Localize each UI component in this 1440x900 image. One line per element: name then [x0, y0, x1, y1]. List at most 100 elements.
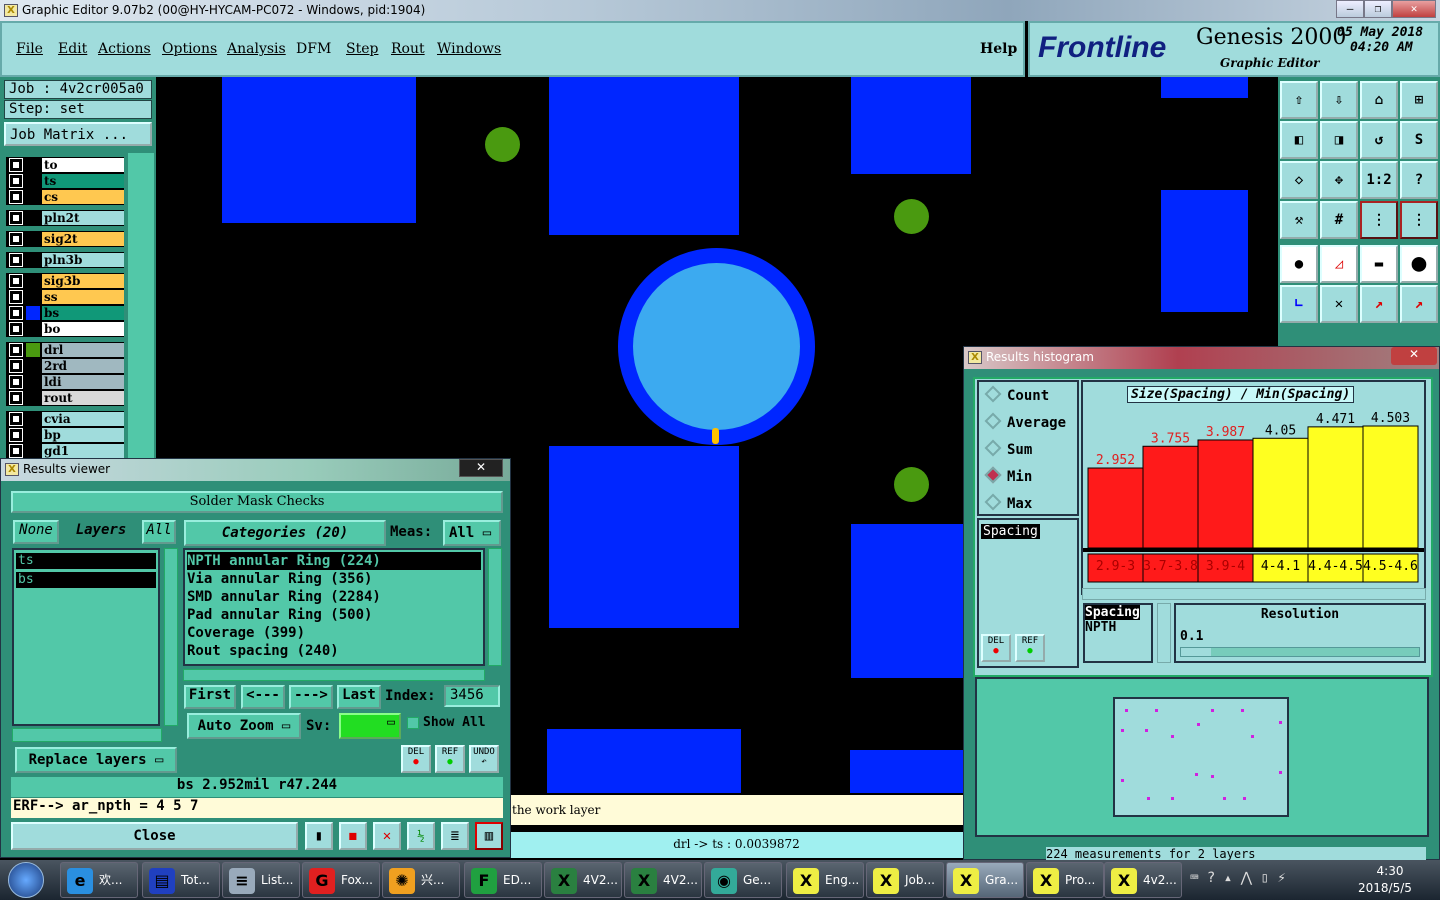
taskbar-item[interactable]: X 4V2... — [544, 862, 622, 898]
index-input[interactable]: 3456 — [444, 685, 500, 707]
layer-row-pln2t[interactable]: pln2t — [6, 210, 124, 226]
list-item[interactable]: Spacing — [981, 524, 1040, 539]
layer-name[interactable]: to — [42, 158, 124, 172]
radio-sum[interactable]: Sum — [984, 439, 1032, 458]
maximize-button[interactable]: ❐ — [1364, 0, 1392, 18]
clock-date[interactable]: 2018/5/5 — [1358, 881, 1412, 895]
next-button[interactable]: ---> — [289, 685, 333, 709]
layer-name[interactable]: pln2t — [42, 211, 124, 225]
layer-name[interactable]: bo — [42, 322, 124, 336]
job-matrix-button[interactable]: Job Matrix ... — [4, 122, 152, 146]
menu-dfm[interactable]: DFM — [296, 41, 331, 57]
ruler-icon[interactable]: ▬ — [1360, 245, 1398, 283]
list-item[interactable]: ts — [16, 553, 156, 569]
pan-right-icon[interactable]: ◨ — [1320, 121, 1358, 159]
menu-file[interactable]: File — [16, 41, 43, 57]
net2-icon[interactable]: ⋮ — [1400, 201, 1438, 239]
meas-dropdown[interactable]: All ▭ — [443, 520, 501, 546]
menu-analysis[interactable]: Analysis — [227, 41, 286, 57]
prev-button[interactable]: <--- — [241, 685, 285, 709]
layer-name[interactable]: ts — [42, 174, 124, 188]
list-item[interactable]: Pad annular Ring (500) — [187, 606, 481, 624]
sv-color-dropdown[interactable]: ▭ — [339, 713, 401, 739]
layer-checkbox[interactable] — [9, 359, 23, 373]
category-list[interactable]: NPTH annular Ring (224) Via annular Ring… — [183, 548, 485, 666]
zoom-center-icon[interactable]: ✥ — [1320, 161, 1358, 199]
layer-row-sig2t[interactable]: sig2t — [6, 231, 124, 247]
menu-actions[interactable]: Actions — [98, 41, 151, 57]
replace-layers-dropdown[interactable]: Replace layers ▭ — [15, 747, 177, 773]
layer-name[interactable]: pln3b — [42, 253, 124, 267]
list-item[interactable]: Spacing — [1085, 605, 1140, 620]
taskbar-item[interactable]: F ED... — [464, 862, 542, 898]
all-layers-button[interactable]: All — [142, 520, 176, 544]
layer-list-scrollbar[interactable] — [164, 548, 178, 726]
taskbar-item[interactable]: X Gra... — [946, 862, 1024, 898]
measure-icon[interactable]: ● — [1280, 245, 1318, 283]
radio-max[interactable]: Max — [984, 493, 1032, 512]
minimize-button[interactable]: – — [1336, 0, 1364, 18]
layer-row-cvia[interactable]: cvia — [6, 411, 124, 427]
list-item[interactable]: Coverage (399) — [187, 624, 481, 642]
connect-icon[interactable]: ∟ — [1280, 285, 1318, 323]
layer-checkbox[interactable] — [9, 158, 23, 172]
taskbar-item[interactable]: G Fox... — [302, 862, 380, 898]
layer-name[interactable]: gd1 — [42, 444, 124, 458]
list-item[interactable]: Rout spacing (240) — [187, 642, 481, 660]
pad-icon[interactable]: ⬤ — [1400, 245, 1438, 283]
taskbar-item[interactable]: e 欢... — [60, 862, 138, 898]
layer-row-drl[interactable]: drl — [6, 342, 124, 358]
close-icon[interactable]: ✕ — [459, 459, 503, 477]
menu-step[interactable]: Step — [346, 41, 378, 57]
sub-list-scrollbar[interactable] — [1157, 603, 1171, 663]
taskbar-item[interactable]: ✺ 兴... — [382, 862, 460, 898]
del-button[interactable]: DEL ● — [981, 634, 1011, 662]
category-hscrollbar[interactable] — [183, 669, 485, 681]
radio-count[interactable]: Count — [984, 385, 1049, 404]
taskbar-item[interactable]: ▤ Tot... — [142, 862, 220, 898]
auto-zoom-dropdown[interactable]: Auto Zoom ▭ — [187, 713, 301, 739]
point-to-point-icon[interactable]: ↗ — [1360, 285, 1398, 323]
layer-checkbox[interactable] — [9, 290, 23, 304]
layer-name[interactable]: cs — [42, 190, 124, 204]
zoom-fit-icon[interactable]: ◇ — [1280, 161, 1318, 199]
layer-row-ss[interactable]: ss — [6, 289, 124, 305]
close-button[interactable]: Close — [11, 822, 298, 850]
report-icon[interactable]: ≣ — [441, 822, 469, 850]
histogram-chart[interactable]: 2.952 2.9-3 3.755 3.7-3.8 3.987 3.9-4 4.05 4-4.… — [1083, 382, 1424, 593]
layer-name[interactable]: sig2t — [42, 232, 124, 246]
layer-row-cs[interactable]: cs — [6, 189, 124, 205]
layer-row-ts[interactable]: ts — [6, 173, 124, 189]
histogram-icon[interactable]: ▥ — [475, 822, 503, 850]
layer-checkbox[interactable] — [9, 232, 23, 246]
route-icon[interactable]: S — [1400, 121, 1438, 159]
overview-map[interactable] — [1113, 697, 1289, 817]
cross-icon[interactable]: ✕ — [1320, 285, 1358, 323]
menu-help[interactable]: Help — [980, 41, 1017, 57]
layer-checkbox[interactable] — [9, 253, 23, 267]
layer-name[interactable]: 2rd — [42, 359, 124, 373]
layer-row-to[interactable]: to — [6, 157, 124, 173]
tray-icons[interactable]: ⌨ ? ▴ ⋀ ▯ ⚡ — [1190, 870, 1286, 886]
layer-scrollbar[interactable] — [128, 153, 154, 461]
highlight-icon[interactable]: ▮ — [305, 822, 333, 850]
layer-checkbox[interactable] — [9, 343, 23, 357]
category-scrollbar[interactable] — [488, 548, 502, 666]
layer-checkbox[interactable] — [9, 306, 23, 320]
layer-row-bp[interactable]: bp — [6, 427, 124, 443]
layer-checkbox[interactable] — [9, 375, 23, 389]
pan-left-icon[interactable]: ◧ — [1280, 121, 1318, 159]
center-to-center-icon[interactable]: ↗ — [1400, 285, 1438, 323]
none-button[interactable]: None — [13, 520, 59, 544]
layer-checkbox[interactable] — [9, 211, 23, 225]
taskbar-item[interactable]: ≡ List... — [222, 862, 300, 898]
taskbar-item[interactable]: X 4V2... — [624, 862, 702, 898]
menu-windows[interactable]: Windows — [437, 41, 501, 57]
layer-list-hscrollbar[interactable] — [12, 728, 162, 742]
layer-checkbox[interactable] — [9, 190, 23, 204]
grid-xy-icon[interactable]: ⊞ — [1400, 81, 1438, 119]
sub-list[interactable]: Spacing NPTH — [1083, 603, 1153, 663]
layer-checkbox[interactable] — [9, 428, 23, 442]
taskbar-item[interactable]: X Job... — [866, 862, 944, 898]
help-icon[interactable]: ? — [1400, 161, 1438, 199]
